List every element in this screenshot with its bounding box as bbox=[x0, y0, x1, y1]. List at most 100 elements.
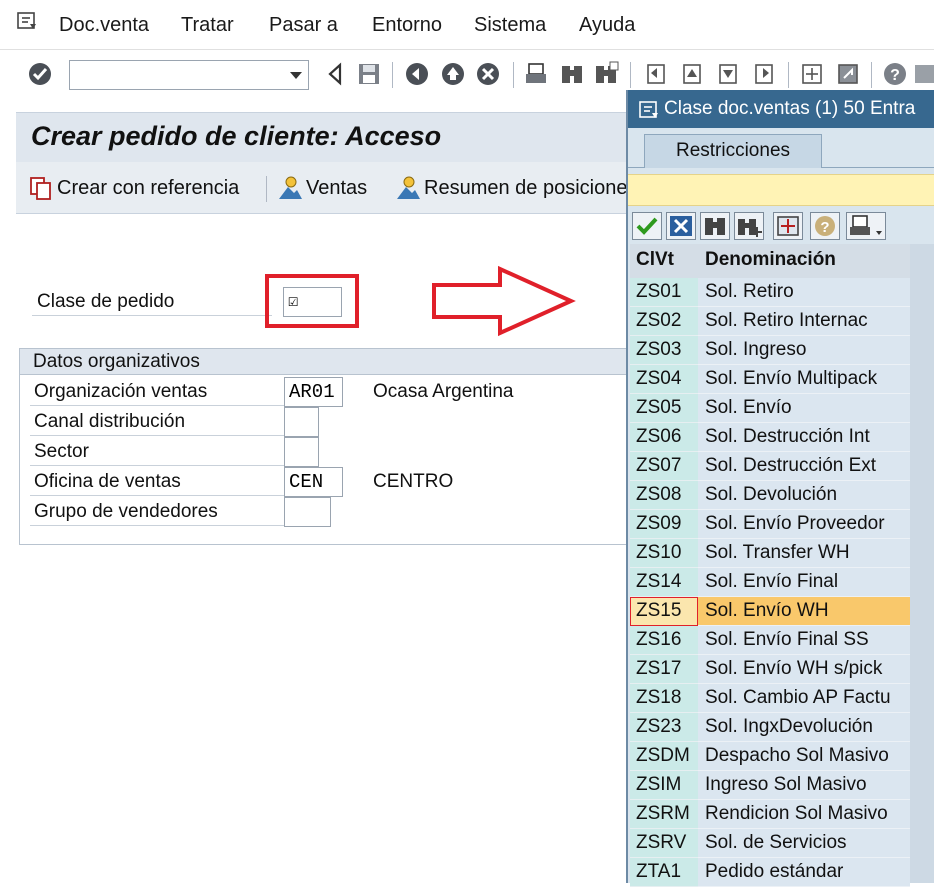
find-next-icon[interactable] bbox=[593, 61, 619, 87]
find-next-button[interactable] bbox=[734, 212, 764, 240]
cancel-button[interactable] bbox=[666, 212, 696, 240]
cancel-icon[interactable] bbox=[475, 61, 501, 87]
find-button[interactable] bbox=[700, 212, 730, 240]
print-button[interactable] bbox=[846, 212, 886, 240]
back-nav-icon[interactable] bbox=[404, 61, 430, 87]
cell-code[interactable]: ZS18 bbox=[630, 684, 698, 713]
restrictions-bar[interactable] bbox=[628, 174, 934, 206]
enter-icon[interactable] bbox=[27, 61, 53, 87]
prev-page-icon[interactable] bbox=[679, 61, 705, 87]
table-row[interactable]: ZS04 Sol. Envío Multipack bbox=[630, 365, 910, 394]
cell-code[interactable]: ZS05 bbox=[630, 394, 698, 423]
help-button[interactable]: ? bbox=[810, 212, 840, 240]
cell-code[interactable]: ZS02 bbox=[630, 307, 698, 336]
table-row[interactable]: ZS09 Sol. Envío Proveedor bbox=[630, 510, 910, 539]
column-header-name[interactable]: Denominación bbox=[705, 249, 836, 271]
confirm-button[interactable] bbox=[632, 212, 662, 240]
cell-code[interactable]: ZS15 bbox=[630, 597, 698, 626]
cell-name[interactable]: Despacho Sol Masivo bbox=[698, 742, 910, 771]
help-icon[interactable]: ? bbox=[882, 61, 908, 87]
cell-code[interactable]: ZS09 bbox=[630, 510, 698, 539]
cell-code[interactable]: ZS07 bbox=[630, 452, 698, 481]
save-icon[interactable] bbox=[356, 61, 382, 87]
last-page-icon[interactable] bbox=[751, 61, 777, 87]
cell-name[interactable]: Sol. Destrucción Int bbox=[698, 423, 910, 452]
cell-name[interactable]: Sol. Envío Final bbox=[698, 568, 910, 597]
menu-icon[interactable] bbox=[638, 99, 660, 121]
cell-name[interactable]: Sol. Retiro bbox=[698, 278, 910, 307]
menu-doc-venta[interactable]: Doc.venta bbox=[59, 14, 149, 37]
resumen-posiciones-button[interactable]: Resumen de posiciones bbox=[395, 175, 637, 201]
find-icon[interactable] bbox=[559, 61, 585, 87]
cell-code[interactable]: ZS06 bbox=[630, 423, 698, 452]
create-with-reference-button[interactable]: Crear con referencia bbox=[28, 175, 239, 201]
cell-code[interactable]: ZS04 bbox=[630, 365, 698, 394]
cell-name[interactable]: Sol. Cambio AP Factu bbox=[698, 684, 910, 713]
table-row[interactable]: ZS05 Sol. Envío bbox=[630, 394, 910, 423]
menu-tratar[interactable]: Tratar bbox=[181, 14, 234, 37]
oficina-ventas-input[interactable]: CEN bbox=[284, 467, 343, 497]
cell-name[interactable]: Sol. Envío bbox=[698, 394, 910, 423]
cell-name[interactable]: Sol. Envío Multipack bbox=[698, 365, 910, 394]
cell-code[interactable]: ZS08 bbox=[630, 481, 698, 510]
table-row[interactable]: ZSDM Despacho Sol Masivo bbox=[630, 742, 910, 771]
cell-name[interactable]: Rendicion Sol Masivo bbox=[698, 800, 910, 829]
print-icon[interactable] bbox=[523, 61, 549, 87]
chevron-down-icon[interactable] bbox=[290, 72, 302, 79]
table-row[interactable]: ZS02 Sol. Retiro Internac bbox=[630, 307, 910, 336]
cell-name[interactable]: Sol. IngxDevolución bbox=[698, 713, 910, 742]
table-row[interactable]: ZSRV Sol. de Servicios bbox=[630, 829, 910, 858]
table-row[interactable]: ZSIM Ingreso Sol Masivo bbox=[630, 771, 910, 800]
column-header-code[interactable]: ClVt bbox=[636, 249, 674, 271]
cell-code[interactable]: ZS14 bbox=[630, 568, 698, 597]
new-entries-button[interactable] bbox=[773, 212, 803, 240]
table-row[interactable]: ZS23 Sol. IngxDevolución bbox=[630, 713, 910, 742]
exit-icon[interactable] bbox=[440, 61, 466, 87]
menu-pasar-a[interactable]: Pasar a bbox=[269, 14, 338, 37]
popup-title-bar[interactable]: Clase doc.ventas (1) 50 Entra bbox=[628, 90, 934, 128]
command-field[interactable] bbox=[69, 60, 309, 90]
layout-icon[interactable] bbox=[912, 61, 934, 87]
table-row[interactable]: ZS18 Sol. Cambio AP Factu bbox=[630, 684, 910, 713]
table-row[interactable]: ZS15 Sol. Envío WH bbox=[630, 597, 910, 626]
menu-entorno[interactable]: Entorno bbox=[372, 14, 442, 37]
new-session-icon[interactable] bbox=[799, 61, 825, 87]
cell-name[interactable]: Sol. Envío Proveedor bbox=[698, 510, 910, 539]
grupo-vendedores-input[interactable] bbox=[284, 497, 331, 527]
cell-code[interactable]: ZSIM bbox=[630, 771, 698, 800]
cell-name[interactable]: Sol. de Servicios bbox=[698, 829, 910, 858]
table-row[interactable]: ZS07 Sol. Destrucción Ext bbox=[630, 452, 910, 481]
table-row[interactable]: ZS10 Sol. Transfer WH bbox=[630, 539, 910, 568]
cell-name[interactable]: Sol. Envío WH bbox=[698, 597, 910, 626]
shortcut-icon[interactable] bbox=[835, 61, 861, 87]
org-ventas-input[interactable]: AR01 bbox=[284, 377, 343, 407]
cell-code[interactable]: ZS01 bbox=[630, 278, 698, 307]
menu-ayuda[interactable]: Ayuda bbox=[579, 14, 635, 37]
cell-code[interactable]: ZS23 bbox=[630, 713, 698, 742]
cell-name[interactable]: Sol. Envío WH s/pick bbox=[698, 655, 910, 684]
cell-name[interactable]: Sol. Transfer WH bbox=[698, 539, 910, 568]
table-row[interactable]: ZS16 Sol. Envío Final SS bbox=[630, 626, 910, 655]
cell-code[interactable]: ZSRM bbox=[630, 800, 698, 829]
table-row[interactable]: ZSRM Rendicion Sol Masivo bbox=[630, 800, 910, 829]
cell-name[interactable]: Sol. Ingreso bbox=[698, 336, 910, 365]
cell-code[interactable]: ZS03 bbox=[630, 336, 698, 365]
table-row[interactable]: ZS03 Sol. Ingreso bbox=[630, 336, 910, 365]
popup-scroll-area[interactable] bbox=[910, 244, 934, 883]
table-row[interactable]: ZS08 Sol. Devolución bbox=[630, 481, 910, 510]
canal-distribucion-input[interactable] bbox=[284, 407, 319, 437]
next-page-icon[interactable] bbox=[715, 61, 741, 87]
cell-code[interactable]: ZS10 bbox=[630, 539, 698, 568]
tab-restricciones[interactable]: Restricciones bbox=[644, 134, 822, 168]
cell-name[interactable]: Ingreso Sol Masivo bbox=[698, 771, 910, 800]
cell-code[interactable]: ZSDM bbox=[630, 742, 698, 771]
cell-code[interactable]: ZS16 bbox=[630, 626, 698, 655]
ventas-button[interactable]: Ventas bbox=[277, 175, 367, 201]
table-row[interactable]: ZS06 Sol. Destrucción Int bbox=[630, 423, 910, 452]
cell-code[interactable]: ZS17 bbox=[630, 655, 698, 684]
menu-icon[interactable] bbox=[16, 10, 38, 32]
table-row[interactable]: ZS14 Sol. Envío Final bbox=[630, 568, 910, 597]
table-row[interactable]: ZS01 Sol. Retiro bbox=[630, 278, 910, 307]
cell-name[interactable]: Sol. Retiro Internac bbox=[698, 307, 910, 336]
menu-sistema[interactable]: Sistema bbox=[474, 14, 546, 37]
